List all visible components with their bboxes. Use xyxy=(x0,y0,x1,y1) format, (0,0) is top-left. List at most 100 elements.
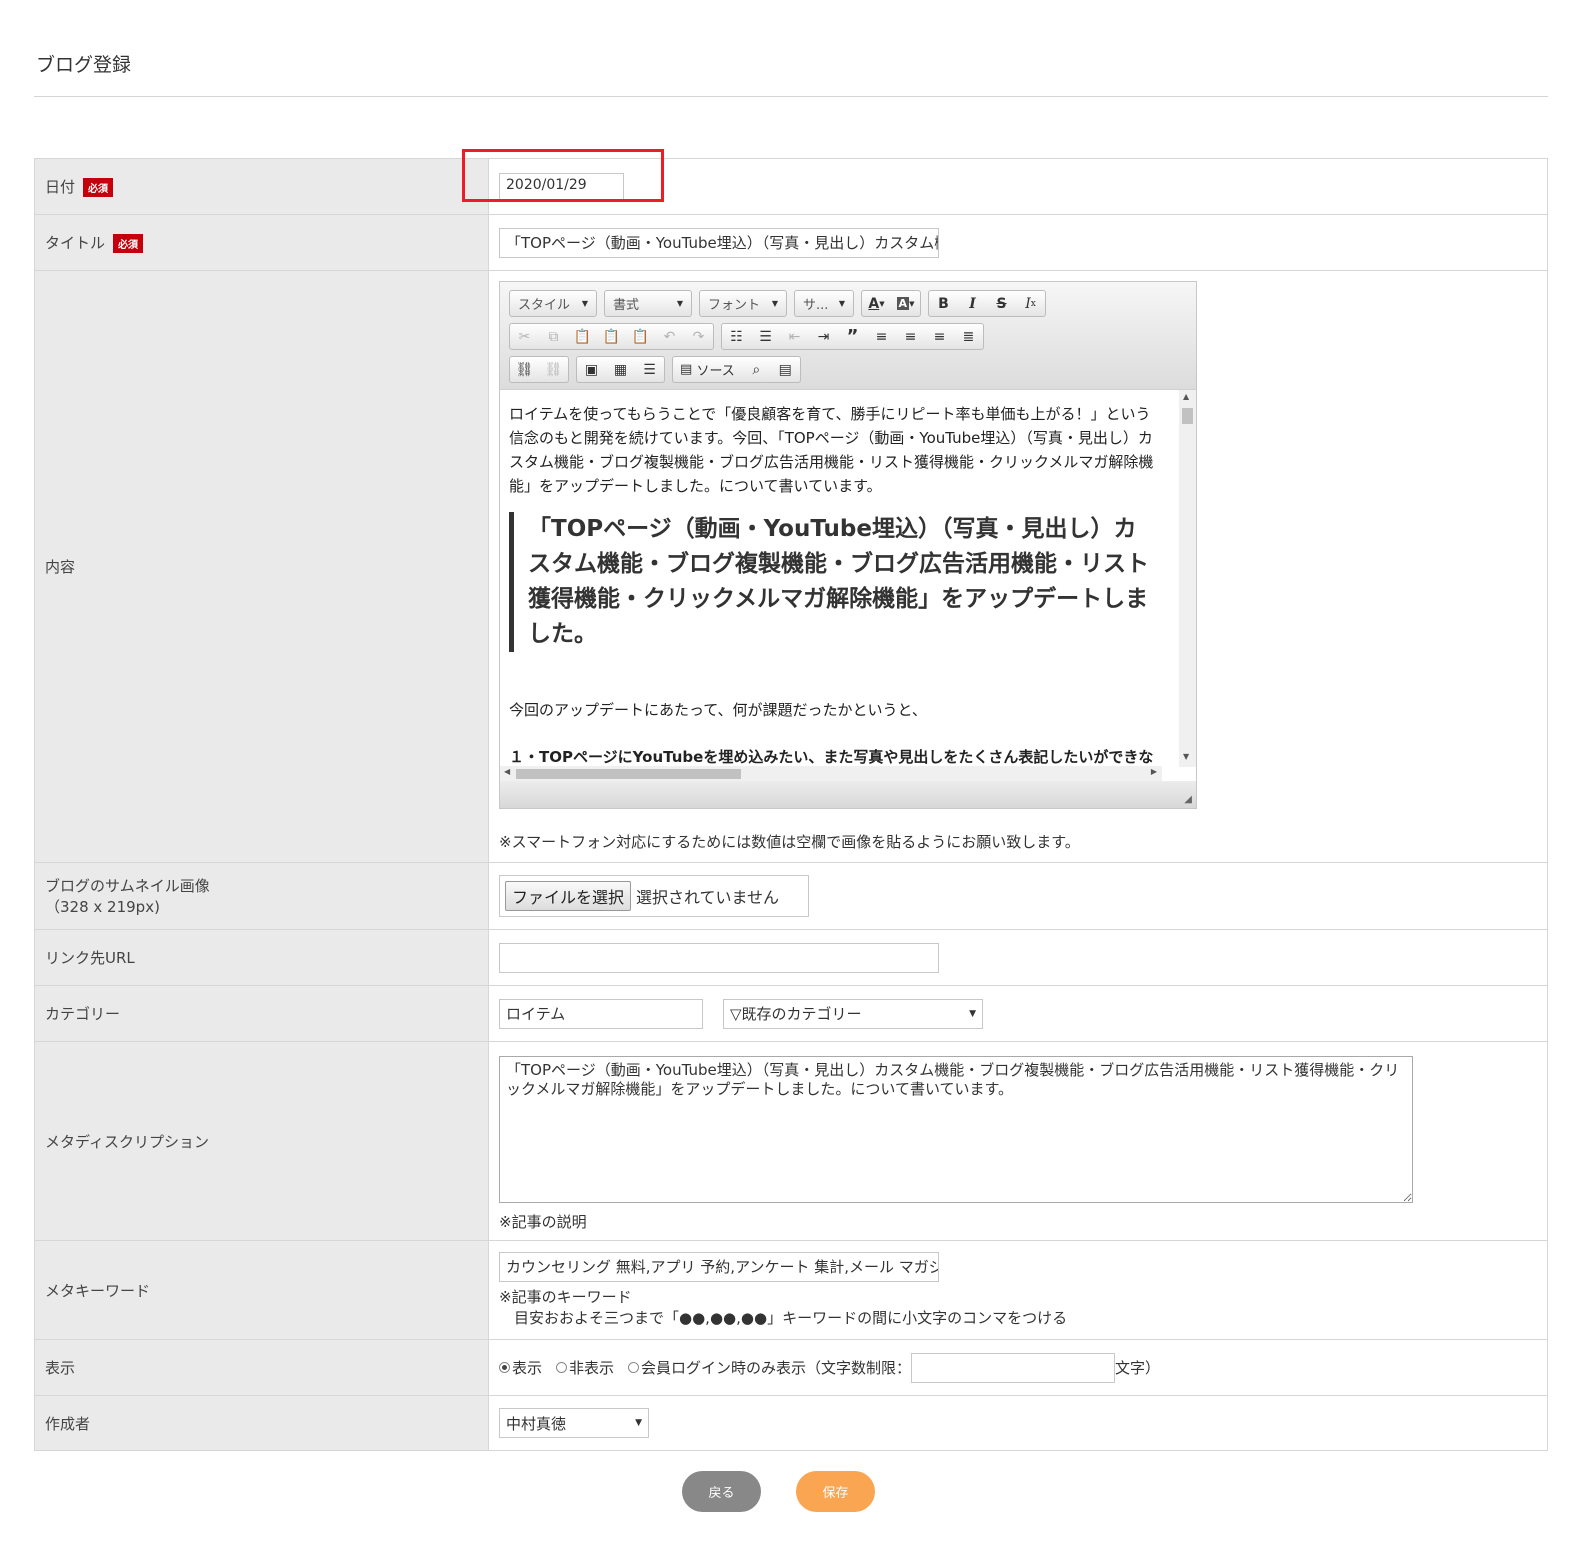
author-row: 作成者 中村真徳 ▼ xyxy=(34,1395,1548,1451)
format-combo-label: 書式 xyxy=(613,298,640,313)
content-label: 内容 xyxy=(45,558,76,576)
display-members-radio[interactable] xyxy=(628,1362,640,1373)
numbered-list-icon[interactable]: ☷ xyxy=(722,324,751,349)
preview-icon[interactable]: ⌕ xyxy=(742,357,771,382)
chevron-down-icon: ▼ xyxy=(838,299,845,308)
copy-icon[interactable]: ⧉ xyxy=(539,324,568,349)
background-color-icon[interactable]: A ▼ xyxy=(891,291,920,316)
indent-icon[interactable]: ⇥ xyxy=(809,324,838,349)
display-label-cell: 表示 xyxy=(34,1339,489,1396)
date-value-cell: 2020/01/29 xyxy=(488,158,1548,215)
display-value-cell: 表示 非表示 会員ログイン時のみ表示（文字数制限： 文字） xyxy=(488,1339,1548,1396)
paste-text-icon[interactable]: 📋 xyxy=(597,324,626,349)
meta-keywords-value-cell: カウンセリング 無料,アプリ 予約,アンケート 集計,メール マガジン ※記事の… xyxy=(488,1240,1548,1340)
category-select[interactable]: ▽既存のカテゴリー ▼ xyxy=(723,998,983,1029)
scroll-down-icon[interactable]: ▼ xyxy=(1183,752,1189,761)
meta-description-textarea[interactable]: 「TOPページ（動画・YouTube埋込）（写真・見出し）カスタム機能・ブログ複… xyxy=(499,1056,1413,1203)
paste-word-icon[interactable]: 📋 xyxy=(626,324,655,349)
align-right-icon[interactable]: ≡ xyxy=(925,324,954,349)
display-members-label: 会員ログイン時のみ表示（文字数制限： xyxy=(641,1359,912,1377)
bold-icon[interactable]: B xyxy=(929,291,958,316)
horizontal-rule-icon[interactable]: ☰ xyxy=(635,357,664,382)
display-hide-radio[interactable] xyxy=(556,1362,568,1373)
category-input[interactable]: ロイテム xyxy=(499,998,703,1029)
file-input: ファイルを選択 選択されていません xyxy=(499,875,809,917)
redo-icon[interactable]: ↷ xyxy=(684,324,713,349)
author-select[interactable]: 中村真徳 ▼ xyxy=(499,1408,649,1438)
display-show-radio[interactable] xyxy=(499,1362,510,1373)
chevron-down-icon: ▼ xyxy=(581,299,588,308)
scroll-left-icon[interactable]: ◀ xyxy=(504,767,510,776)
strikethrough-icon[interactable]: S xyxy=(987,291,1016,316)
link-url-label-cell: リンク先URL xyxy=(34,929,489,986)
blockquote-icon[interactable]: ” xyxy=(838,324,867,349)
basic-style-group: B I S Ix xyxy=(928,290,1046,317)
scroll-up-icon[interactable]: ▲ xyxy=(1183,392,1189,401)
meta-keywords-row: メタキーワード カウンセリング 無料,アプリ 予約,アンケート 集計,メール マ… xyxy=(34,1240,1548,1340)
back-button[interactable]: 戻る xyxy=(682,1471,761,1512)
content-value-cell: スタイル ▼ 書式 ▼ フォント ▼ サ... ▼ A ▼ A ▼ B I S Ix xyxy=(488,270,1548,863)
chevron-down-icon: ▼ xyxy=(635,1418,642,1428)
text-color-icon[interactable]: A ▼ xyxy=(862,291,891,316)
title-row: タイトル 必須 「TOPページ（動画・YouTube埋込）（写真・見出し）カスタム… xyxy=(34,214,1548,271)
color-group: A ▼ A ▼ xyxy=(861,290,921,317)
bulleted-list-icon[interactable]: ☰ xyxy=(751,324,780,349)
scrollbar-thumb[interactable] xyxy=(516,769,741,779)
author-label: 作成者 xyxy=(45,1414,91,1433)
category-value-cell: ロイテム ▽既存のカテゴリー ▼ xyxy=(488,985,1548,1042)
chevron-down-icon: ▼ xyxy=(676,299,683,308)
remove-format-icon[interactable]: Ix xyxy=(1016,291,1045,316)
author-value-cell: 中村真徳 ▼ xyxy=(488,1395,1548,1451)
size-combo[interactable]: サ... ▼ xyxy=(794,290,854,317)
link-group: ⛓ ⛓ xyxy=(509,356,569,383)
link-icon[interactable]: ⛓ xyxy=(510,357,539,382)
title-divider xyxy=(34,96,1548,97)
unlink-icon[interactable]: ⛓ xyxy=(539,357,568,382)
meta-description-value-cell: 「TOPページ（動画・YouTube埋込）（写真・見出し）カスタム機能・ブログ複… xyxy=(488,1041,1548,1241)
thumbnail-row: ブログのサムネイル画像 （328 x 219px) ファイルを選択 選択されてい… xyxy=(34,862,1548,930)
vertical-scrollbar[interactable]: ▲ ▼ xyxy=(1179,390,1196,767)
align-justify-icon[interactable]: ≣ xyxy=(954,324,983,349)
save-button[interactable]: 保存 xyxy=(796,1471,875,1512)
date-input[interactable]: 2020/01/29 xyxy=(499,172,624,201)
editor-status-bar: ◢ xyxy=(500,781,1196,808)
meta-description-label: メタディスクリプション xyxy=(45,1132,209,1151)
meta-description-note: ※記事の説明 xyxy=(499,1213,587,1231)
date-label-cell: 日付 必須 xyxy=(34,158,489,215)
editor-content: ロイテムを使ってもらうことで「優良顧客を育て、勝手にリピート率も単価も上がる！」… xyxy=(509,402,1157,781)
rich-text-editor: スタイル ▼ 書式 ▼ フォント ▼ サ... ▼ A ▼ A ▼ B I S Ix xyxy=(499,281,1197,809)
char-limit-input[interactable] xyxy=(911,1352,1116,1383)
meta-description-label-cell: メタディスクリプション xyxy=(34,1041,489,1241)
align-center-icon[interactable]: ≡ xyxy=(896,324,925,349)
horizontal-scrollbar[interactable]: ◀ ▶ xyxy=(500,766,1162,781)
cut-icon[interactable]: ✂ xyxy=(510,324,539,349)
style-combo[interactable]: スタイル ▼ xyxy=(509,290,597,317)
templates-icon[interactable]: ▤ xyxy=(771,357,800,382)
link-url-input[interactable] xyxy=(499,942,939,973)
outdent-icon[interactable]: ⇤ xyxy=(780,324,809,349)
editor-content-area[interactable]: ロイテムを使ってもらうことで「優良顧客を育て、勝手にリピート率も単価も上がる！」… xyxy=(500,389,1196,781)
thumbnail-size-label: （328 x 219px) xyxy=(45,898,160,916)
format-combo[interactable]: 書式 ▼ xyxy=(604,290,692,317)
italic-icon[interactable]: I xyxy=(958,291,987,316)
date-row: 日付 必須 2020/01/29 xyxy=(34,158,1548,215)
content-label-cell: 内容 xyxy=(34,270,489,863)
date-label: 日付 xyxy=(45,178,76,196)
image-icon[interactable]: ▣ xyxy=(577,357,606,382)
source-button[interactable]: ▤ ソース xyxy=(673,357,742,382)
undo-icon[interactable]: ↶ xyxy=(655,324,684,349)
meta-keywords-input[interactable]: カウンセリング 無料,アプリ 予約,アンケート 集計,メール マガジン xyxy=(499,1252,939,1282)
scrollbar-thumb[interactable] xyxy=(1182,408,1193,424)
blog-form: 日付 必須 2020/01/29 タイトル 必須 「TOPページ（動画・YouTub… xyxy=(34,158,1548,1451)
font-combo[interactable]: フォント ▼ xyxy=(699,290,787,317)
editor-toolbar: スタイル ▼ 書式 ▼ フォント ▼ サ... ▼ A ▼ A ▼ B I S Ix xyxy=(500,282,1196,389)
scroll-right-icon[interactable]: ▶ xyxy=(1151,767,1157,776)
align-left-icon[interactable]: ≡ xyxy=(867,324,896,349)
meta-keywords-label: メタキーワード xyxy=(45,1281,151,1300)
title-input[interactable]: 「TOPページ（動画・YouTube埋込）（写真・見出し）カスタム機能・ブログ複… xyxy=(499,227,939,258)
choose-file-button[interactable]: ファイルを選択 xyxy=(505,881,632,911)
resize-handle-icon[interactable]: ◢ xyxy=(1184,794,1192,805)
document-group: ▤ ソース ⌕ ▤ xyxy=(672,356,801,383)
paste-icon[interactable]: 📋 xyxy=(568,324,597,349)
table-icon[interactable]: ▦ xyxy=(606,357,635,382)
